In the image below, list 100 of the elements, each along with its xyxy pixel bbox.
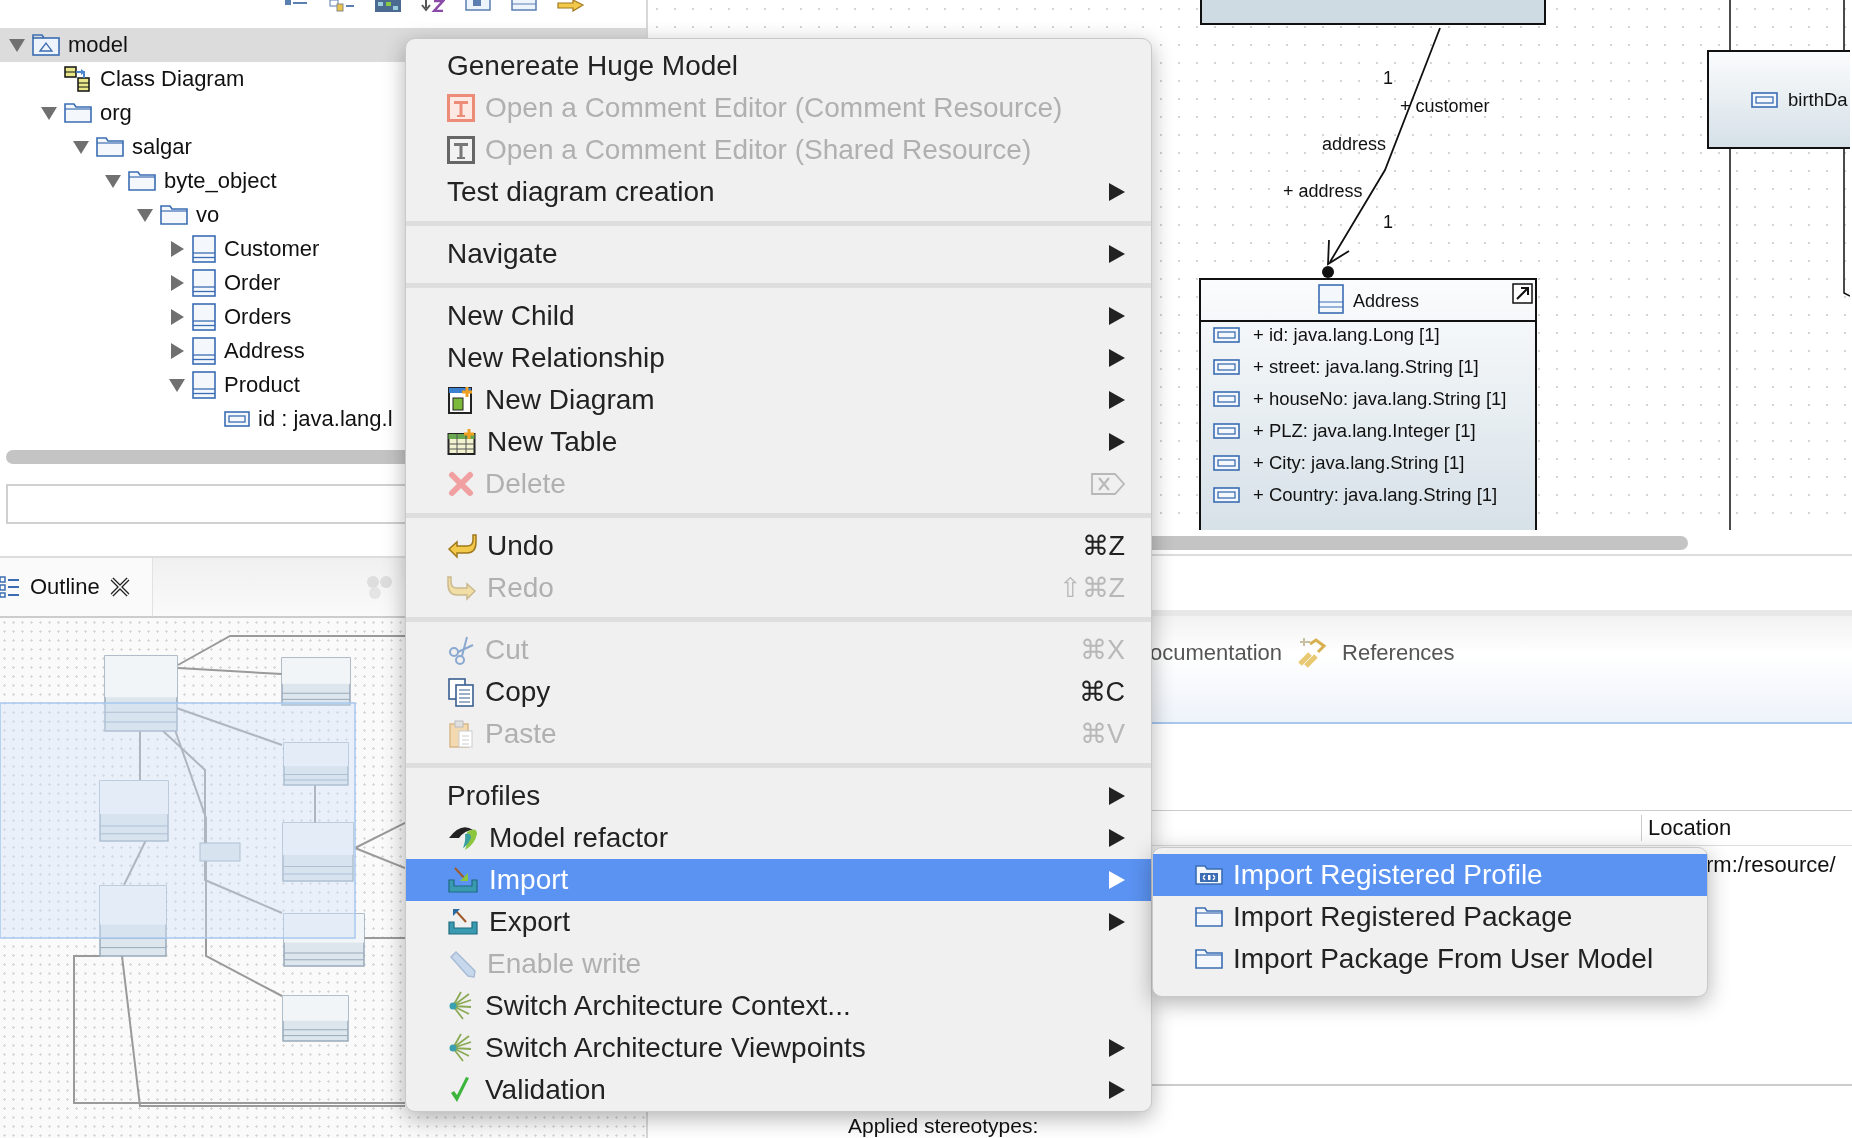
menu-item[interactable]: Import Registered Package xyxy=(1153,896,1707,938)
attribute-text[interactable]: + street: java.lang.String [1] xyxy=(1253,356,1479,377)
shortcut-label: ⌘Z xyxy=(1081,530,1125,562)
folder-icon xyxy=(128,171,156,191)
submenu-arrow-icon xyxy=(1109,1081,1125,1099)
tray-arrow-icon xyxy=(447,866,479,894)
submenu-arrow-icon xyxy=(1109,913,1125,931)
column-header[interactable]: Location xyxy=(1641,815,1732,841)
association-label: 1 xyxy=(1383,212,1393,232)
menu-item[interactable]: Switch Architecture Viewpoints xyxy=(406,1027,1151,1069)
property-icon xyxy=(1751,92,1778,108)
shortcut-label: ⌘X xyxy=(1080,634,1125,666)
submenu-arrow-icon xyxy=(1109,829,1125,847)
menu-item[interactable]: New Child xyxy=(406,295,1151,337)
class-name: Address xyxy=(1353,291,1420,311)
tree-label: Address xyxy=(224,338,305,364)
grid-icon[interactable] xyxy=(375,0,401,12)
close-icon[interactable] xyxy=(109,577,130,597)
window-icon[interactable] xyxy=(465,0,491,12)
delete-icon xyxy=(447,470,475,498)
class-box[interactable] xyxy=(1199,278,1537,530)
text-tool-icon xyxy=(447,94,475,122)
menu-item[interactable]: Validation xyxy=(406,1069,1151,1111)
expanded-arrow-icon[interactable] xyxy=(8,37,26,53)
association-label: address xyxy=(1322,134,1387,154)
menu-item[interactable]: Profiles xyxy=(406,775,1151,817)
folder-icon xyxy=(1195,907,1223,927)
link-icon xyxy=(1296,636,1329,668)
submenu-arrow-icon xyxy=(1109,349,1125,367)
tree-label: id : java.lang.l xyxy=(258,406,393,432)
attribute-text[interactable]: + id: java.lang.Long [1] xyxy=(1253,324,1440,345)
menu-item[interactable]: Model refactor xyxy=(406,817,1151,859)
new-table-icon xyxy=(447,428,477,456)
shortcut-label: ⇧⌘Z xyxy=(1058,572,1125,604)
arrow-icon[interactable] xyxy=(557,0,585,12)
submenu-arrow-icon xyxy=(1109,307,1125,325)
class-box[interactable] xyxy=(1707,50,1850,149)
property-icon xyxy=(224,411,250,427)
expanded-arrow-icon[interactable] xyxy=(136,207,154,223)
expanded-arrow-icon[interactable] xyxy=(72,139,90,155)
tree-label: byte_object xyxy=(164,168,277,194)
tray-arrow-icon xyxy=(447,908,479,936)
undo-icon xyxy=(447,532,477,560)
submenu-arrow-icon xyxy=(1109,871,1125,889)
copy-icon xyxy=(447,677,475,707)
shortcut-label: ⌘V xyxy=(1080,718,1125,750)
expanded-arrow-icon[interactable] xyxy=(104,173,122,189)
menu-item[interactable]: Switch Architecture Context... xyxy=(406,985,1151,1027)
scissors-icon xyxy=(447,635,475,665)
property-icon xyxy=(1213,359,1240,375)
pencil-icon xyxy=(447,949,477,979)
submenu-arrow-icon xyxy=(1109,391,1125,409)
properties-tab[interactable]: ocumentation xyxy=(1150,636,1283,666)
property-icon xyxy=(1213,455,1240,471)
folder-icon xyxy=(96,137,124,157)
hierarchy-icon[interactable] xyxy=(329,0,355,12)
outline-tab[interactable]: Outline xyxy=(0,558,153,616)
expanded-arrow-icon[interactable] xyxy=(40,105,58,121)
sort-icon[interactable] xyxy=(421,0,445,12)
menu-item[interactable]: New Table xyxy=(406,421,1151,463)
collapsed-arrow-icon[interactable] xyxy=(168,309,186,325)
menu-item[interactable]: Copy ⌘C xyxy=(406,671,1151,713)
class-icon xyxy=(192,235,216,263)
attribute-text[interactable]: + houseNo: java.lang.String [1] xyxy=(1253,388,1507,409)
text-tool-icon xyxy=(447,136,475,164)
class-icon xyxy=(192,303,216,331)
property-icon xyxy=(1213,487,1240,503)
attribute-text[interactable]: + PLZ: java.lang.Integer [1] xyxy=(1253,420,1476,441)
menu-item[interactable]: Undo ⌘Z xyxy=(406,525,1151,567)
swoosh-icon xyxy=(447,824,479,852)
collapsed-arrow-icon[interactable] xyxy=(168,343,186,359)
menu-item[interactable]: Export xyxy=(406,901,1151,943)
collapsed-arrow-icon[interactable] xyxy=(168,241,186,257)
tree-label: vo xyxy=(196,202,220,228)
menu-item[interactable]: New Relationship xyxy=(406,337,1151,379)
submenu-arrow-icon xyxy=(1109,787,1125,805)
menu-item[interactable]: Navigate xyxy=(406,233,1151,275)
menu-item[interactable]: New Diagram xyxy=(406,379,1151,421)
model-icon xyxy=(32,34,60,56)
association-label: + address xyxy=(1283,181,1363,201)
collapsed-arrow-icon[interactable] xyxy=(168,275,186,291)
attribute-text[interactable]: birthDa xyxy=(1788,89,1848,110)
menu-item[interactable]: Import Package From User Model xyxy=(1153,938,1707,980)
properties-tab[interactable]: References xyxy=(1342,636,1455,666)
redo-icon xyxy=(447,574,477,602)
tree-label: model xyxy=(68,32,128,58)
submenu-arrow-icon xyxy=(1109,1039,1125,1057)
tree-label: org xyxy=(100,100,132,126)
window-icon[interactable] xyxy=(511,0,537,12)
new-diagram-icon xyxy=(447,385,475,415)
tree-label: Order xyxy=(224,270,281,296)
expanded-arrow-icon[interactable] xyxy=(168,377,186,393)
property-icon xyxy=(1213,391,1240,407)
attribute-text[interactable]: + Country: java.lang.String [1] xyxy=(1253,484,1498,505)
table-cell: rm:/resource/ xyxy=(1706,852,1836,878)
submenu-arrow-icon xyxy=(1109,183,1125,201)
class-box[interactable] xyxy=(1200,0,1546,25)
outline-icon xyxy=(0,576,20,598)
menu-item[interactable]: Test diagram creation xyxy=(406,171,1151,213)
attribute-text[interactable]: + City: java.lang.String [1] xyxy=(1253,452,1465,473)
